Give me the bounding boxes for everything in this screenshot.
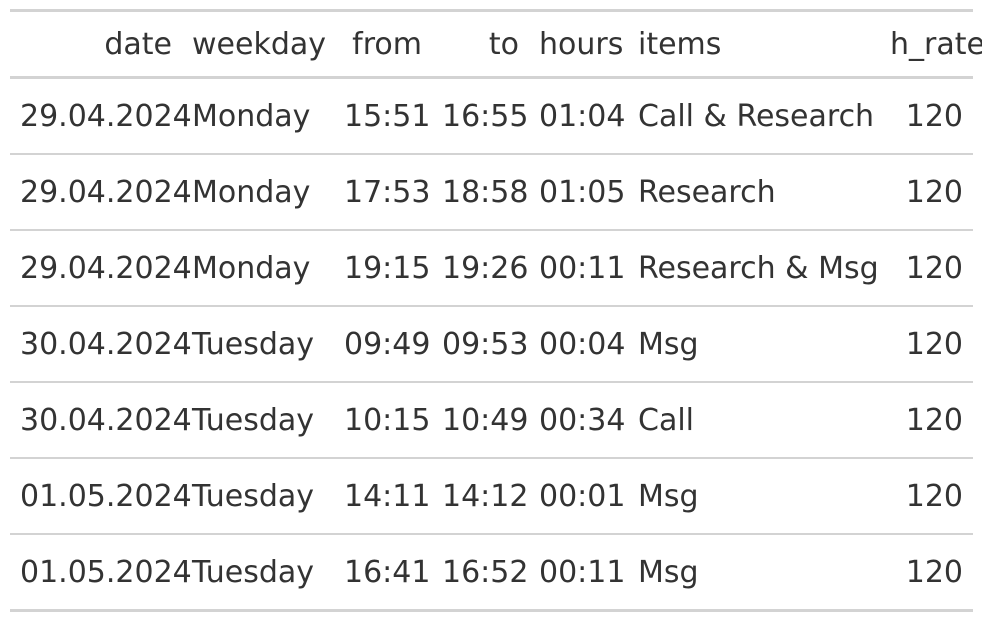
- cell-to: 16:52: [442, 554, 529, 590]
- cell-to: 18:58: [442, 174, 529, 210]
- cell-items: Call: [638, 402, 695, 438]
- cell-hours: 01:05: [539, 174, 626, 210]
- table-row: 01.05.2024 Tuesday 14:11 14:12 00:01 Msg…: [10, 458, 973, 534]
- table-row: 29.04.2024 Monday 17:53 18:58 01:05 Rese…: [10, 154, 973, 230]
- table-row: 01.05.2024 Tuesday 16:41 16:52 00:11 Msg…: [10, 534, 973, 611]
- cell-to: 10:49: [442, 402, 529, 438]
- cell-h-rate: 120: [905, 98, 963, 134]
- cell-from: 17:53: [344, 174, 431, 210]
- column-header-date: date: [104, 26, 172, 62]
- table-row: 29.04.2024 Monday 19:15 19:26 00:11 Rese…: [10, 230, 973, 306]
- cell-weekday: Tuesday: [192, 326, 315, 362]
- cell-h-rate: 120: [905, 250, 963, 286]
- cell-date: 30.04.2024: [20, 402, 192, 438]
- table-body: 29.04.2024 Monday 15:51 16:55 01:04 Call…: [10, 78, 973, 611]
- cell-weekday: Tuesday: [192, 402, 315, 438]
- table-row: 29.04.2024 Monday 15:51 16:55 01:04 Call…: [10, 78, 973, 154]
- cell-date: 01.05.2024: [20, 554, 192, 590]
- cell-from: 14:11: [344, 478, 431, 514]
- cell-from: 10:15: [344, 402, 431, 438]
- cell-h-rate: 120: [905, 174, 963, 210]
- column-header-hours: hours: [539, 26, 624, 62]
- cell-from: 16:41: [344, 554, 431, 590]
- cell-weekday: Monday: [192, 250, 311, 286]
- cell-items: Research: [638, 174, 776, 210]
- cell-weekday: Monday: [192, 98, 311, 134]
- time-log-table: date weekday from to hours items h_rate …: [10, 9, 982, 612]
- cell-weekday: Tuesday: [192, 478, 315, 514]
- cell-date: 29.04.2024: [20, 98, 192, 134]
- table-row: 30.04.2024 Tuesday 10:15 10:49 00:34 Cal…: [10, 382, 973, 458]
- column-header-from: from: [352, 26, 422, 62]
- column-header-to: to: [488, 26, 519, 62]
- cell-hours: 01:04: [539, 98, 626, 134]
- column-header-h-rate: h_rate: [890, 26, 982, 62]
- cell-items: Msg: [638, 326, 699, 362]
- cell-to: 19:26: [442, 250, 529, 286]
- cell-items: Msg: [638, 554, 699, 590]
- header-row: date weekday from to hours items h_rate: [10, 10, 982, 78]
- cell-h-rate: 120: [905, 402, 963, 438]
- column-header-weekday: weekday: [192, 26, 327, 62]
- cell-h-rate: 120: [905, 554, 963, 590]
- cell-h-rate: 120: [905, 478, 963, 514]
- cell-hours: 00:11: [539, 250, 626, 286]
- table-row: 30.04.2024 Tuesday 09:49 09:53 00:04 Msg…: [10, 306, 973, 382]
- cell-hours: 00:01: [539, 478, 626, 514]
- cell-items: Research & Msg: [638, 250, 879, 286]
- time-log-table-container: date weekday from to hours items h_rate …: [10, 9, 982, 612]
- cell-hours: 00:34: [539, 402, 626, 438]
- cell-items: Call & Research: [638, 98, 875, 134]
- cell-weekday: Tuesday: [192, 554, 315, 590]
- cell-date: 29.04.2024: [20, 250, 192, 286]
- cell-date: 29.04.2024: [20, 174, 192, 210]
- cell-from: 19:15: [344, 250, 431, 286]
- cell-hours: 00:11: [539, 554, 626, 590]
- column-header-items: items: [638, 26, 722, 62]
- cell-date: 01.05.2024: [20, 478, 192, 514]
- cell-date: 30.04.2024: [20, 326, 192, 362]
- cell-to: 09:53: [442, 326, 529, 362]
- cell-items: Msg: [638, 478, 699, 514]
- table-header: date weekday from to hours items h_rate: [10, 10, 982, 78]
- cell-to: 16:55: [442, 98, 529, 134]
- cell-from: 15:51: [344, 98, 431, 134]
- cell-weekday: Monday: [192, 174, 311, 210]
- cell-from: 09:49: [344, 326, 431, 362]
- cell-to: 14:12: [442, 478, 529, 514]
- cell-hours: 00:04: [539, 326, 626, 362]
- cell-h-rate: 120: [905, 326, 963, 362]
